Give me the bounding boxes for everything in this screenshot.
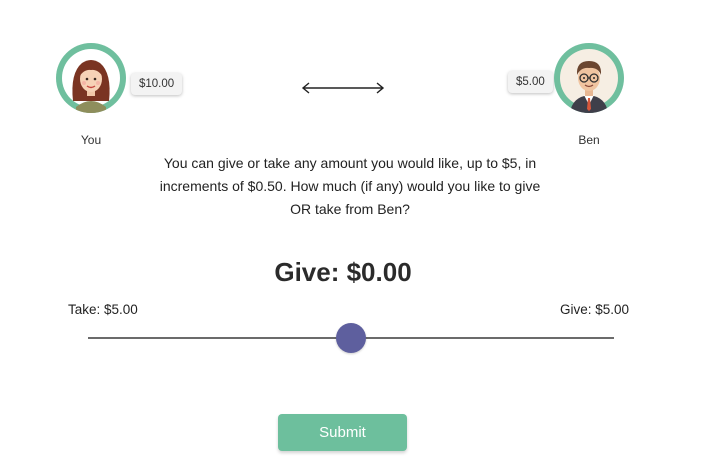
instruction-text: You can give or take any amount you woul… bbox=[159, 155, 541, 217]
ben-balance-badge: $5.00 bbox=[508, 71, 553, 93]
you-balance-badge: $10.00 bbox=[131, 73, 183, 95]
you-avatar bbox=[56, 43, 126, 113]
ben-avatar bbox=[554, 43, 624, 113]
slider-min-label: Take: $5.00 bbox=[68, 302, 138, 317]
you-name-label: You bbox=[80, 133, 102, 147]
ben-name-label: Ben bbox=[578, 133, 600, 147]
give-take-screen: $10.00 You $5.00 Ben You can give or tak… bbox=[0, 0, 701, 466]
submit-button[interactable]: Submit bbox=[278, 414, 407, 451]
amount-slider[interactable] bbox=[88, 322, 614, 354]
current-amount-heading: Give: $0.00 bbox=[274, 257, 412, 287]
man-avatar-icon bbox=[560, 49, 618, 113]
double-arrow-icon bbox=[301, 82, 385, 94]
slider-max-label: Give: $5.00 bbox=[560, 302, 630, 317]
slider-thumb[interactable] bbox=[336, 323, 366, 353]
woman-avatar-icon bbox=[62, 49, 120, 113]
